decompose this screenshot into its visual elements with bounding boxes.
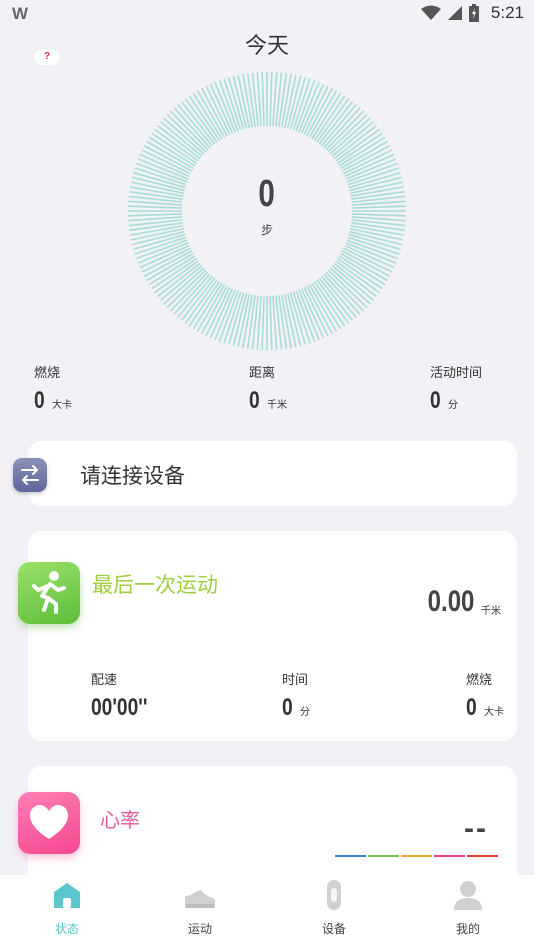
profile-icon (454, 881, 482, 910)
pace-stat: 配速 00'00'' (91, 669, 162, 722)
sport-time-stat: 时间 0 分 (282, 669, 310, 722)
wifi-icon (420, 5, 441, 20)
distance-stat: 距离 0 千米 (249, 362, 287, 415)
heart-zone-bar-2 (368, 855, 399, 857)
active-time-value: 0 (430, 387, 441, 414)
sport-burn-unit: 大卡 (484, 707, 504, 718)
heart-zone-bar-3 (401, 855, 432, 857)
sport-burn-stat: 燃烧 0 大卡 (466, 669, 504, 722)
distance-value: 0 (249, 387, 260, 414)
nav-item-status[interactable]: 状态 (17, 878, 117, 937)
burn-stat: 燃烧 0 大卡 (34, 362, 72, 415)
pace-label: 配速 (91, 673, 118, 688)
nav-item-device[interactable]: 设备 (284, 878, 384, 937)
heart-rate-title: 心率 (100, 808, 140, 832)
distance-label: 距离 (249, 366, 276, 381)
nav-label-device: 设备 (321, 922, 346, 936)
sport-burn-value: 0 (466, 694, 477, 721)
heart-zone-bar-4 (434, 855, 465, 857)
connect-device-label: 请连接设备 (80, 464, 185, 488)
last-sport-title: 最后一次运动 (92, 573, 218, 597)
active-time-label: 活动时间 (430, 366, 483, 381)
steps-ring[interactable]: 0 步 (126, 70, 408, 352)
active-time-stat: 活动时间 0 分 (430, 362, 482, 415)
active-time-unit: 分 (448, 400, 458, 411)
help-icon[interactable]: ? (34, 49, 60, 65)
steps-value: 0 (258, 172, 276, 215)
status-bar: W 5:21 (0, 0, 534, 28)
running-icon (18, 562, 80, 624)
heart-zone-bar-1 (335, 855, 366, 857)
burn-label: 燃烧 (34, 366, 61, 381)
heart-icon (18, 792, 80, 854)
nav-label-mine: 我的 (455, 922, 480, 936)
sport-time-label: 时间 (282, 673, 309, 688)
swap-arrows-icon (13, 458, 47, 492)
home-icon (54, 883, 80, 908)
pace-value: 00'00'' (91, 694, 148, 721)
burn-unit: 大卡 (52, 400, 72, 411)
burn-value: 0 (34, 387, 45, 414)
steps-unit: 步 (260, 222, 273, 237)
status-icons: 5:21 (420, 3, 524, 23)
nav-item-mine[interactable]: 我的 (418, 878, 518, 937)
sport-time-value: 0 (282, 694, 293, 721)
heart-rate-value: -- (464, 812, 488, 845)
nav-label-sport: 运动 (187, 922, 212, 936)
clock: 5:21 (490, 3, 524, 22)
battery-icon (468, 4, 479, 22)
last-sport-distance-unit: 千米 (481, 606, 501, 617)
sport-burn-label: 燃烧 (466, 673, 493, 688)
heart-zone-bar-5 (467, 855, 498, 857)
steps-center: 0 步 (126, 70, 408, 352)
last-sport-distance: 0.00 (427, 585, 474, 618)
distance-unit: 千米 (267, 400, 287, 411)
nav-item-sport[interactable]: 运动 (150, 878, 250, 937)
signal-icon (447, 6, 462, 20)
band-icon (327, 880, 341, 910)
sneaker-icon (185, 890, 216, 908)
app-logo-icon: W (12, 4, 28, 23)
page-title: 今天 (244, 34, 289, 59)
nav-label-status: 状态 (54, 922, 79, 936)
sport-time-unit: 分 (300, 707, 310, 718)
